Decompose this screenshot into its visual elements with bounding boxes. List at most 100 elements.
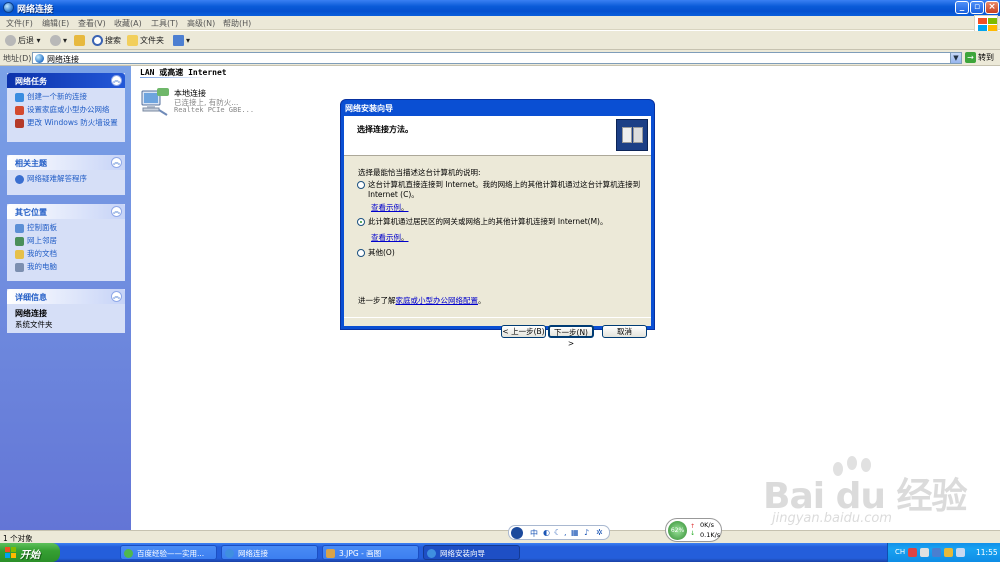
panel-header[interactable]: 网络任务 ︽ bbox=[7, 73, 125, 88]
views-button[interactable]: ▾ bbox=[173, 34, 190, 47]
learn-prefix: 进一步了解 bbox=[358, 296, 396, 305]
task-label: 控制面板 bbox=[27, 223, 57, 232]
dialog-title: 网络安装向导 bbox=[345, 104, 393, 113]
learn-more-link[interactable]: 家庭或小型办公网络配置 bbox=[396, 296, 479, 305]
comma-icon[interactable]: , bbox=[564, 528, 567, 537]
task-pane: 网络任务 ︽ 创建一个新的连接 设置家庭或小型办公网络 更改 Windows 防… bbox=[0, 66, 131, 530]
my-documents-icon bbox=[15, 250, 24, 259]
option-other-radio[interactable] bbox=[357, 249, 365, 257]
menu-tools[interactable]: 工具(T) bbox=[151, 18, 178, 29]
taskbar-item-browser[interactable]: 百度经验——实用... bbox=[120, 545, 217, 560]
task-label: 更改 Windows 防火墙设置 bbox=[27, 118, 118, 127]
panel-header[interactable]: 其它位置 ︽ bbox=[7, 204, 125, 219]
back-arrow-icon bbox=[5, 35, 16, 46]
panel-title: 详细信息 bbox=[15, 293, 47, 302]
next-step-button[interactable]: 下一步(N) > bbox=[548, 325, 594, 348]
place-my-documents[interactable]: 我的文档 bbox=[15, 249, 119, 259]
folders-button[interactable]: 文件夹 bbox=[127, 34, 164, 47]
windows-flag-icon bbox=[5, 547, 16, 558]
tray-language[interactable]: CH bbox=[895, 548, 905, 556]
forward-button[interactable]: ▾ bbox=[50, 34, 67, 47]
menu-file[interactable]: 文件(F) bbox=[6, 18, 33, 29]
settings-gear-icon[interactable]: ✲ bbox=[596, 528, 603, 537]
go-button[interactable]: → 转到 bbox=[965, 52, 994, 63]
task-create-connection[interactable]: 创建一个新的连接 bbox=[15, 92, 119, 102]
minimize-button[interactable]: _ bbox=[955, 1, 969, 14]
group-divider bbox=[140, 77, 210, 78]
forward-arrow-icon bbox=[50, 35, 61, 46]
option-gateway-radio[interactable] bbox=[357, 218, 365, 226]
up-folder-button[interactable] bbox=[74, 34, 87, 47]
task-label: 网络疑难解答程序 bbox=[27, 174, 87, 183]
back-step-button[interactable]: < 上一步(B) bbox=[501, 325, 546, 338]
punctuation-icon[interactable]: ◐ bbox=[543, 528, 550, 537]
task-troubleshooter[interactable]: 网络疑难解答程序 bbox=[15, 174, 119, 184]
task-label: 创建一个新的连接 bbox=[27, 92, 87, 101]
upload-speed: 0K/s bbox=[700, 521, 714, 529]
network-setup-wizard-dialog: 网络安装向导 选择连接方法。 选择最能恰当描述这台计算机的说明: 这台计算机直接… bbox=[340, 99, 655, 348]
place-network-neighborhood[interactable]: 网上邻居 bbox=[15, 236, 119, 246]
menu-view[interactable]: 查看(V) bbox=[78, 18, 106, 29]
panel-title: 网络任务 bbox=[15, 77, 47, 86]
ime-mode-indicator[interactable]: 中 bbox=[530, 528, 538, 539]
menu-help[interactable]: 帮助(H) bbox=[223, 18, 251, 29]
keyboard-icon[interactable]: ▦ bbox=[571, 528, 579, 537]
view-example-link-1[interactable]: 查看示例。 bbox=[371, 202, 409, 213]
close-button[interactable]: × bbox=[985, 1, 999, 14]
network-speed-meter[interactable]: 62% ↑ ↓ 0K/s 0.1K/s bbox=[665, 518, 722, 542]
window-title: 网络连接 bbox=[17, 5, 54, 15]
my-computer-icon bbox=[15, 263, 24, 272]
place-my-computer[interactable]: 我的电脑 bbox=[15, 262, 119, 272]
menu-edit[interactable]: 编辑(E) bbox=[42, 18, 69, 29]
network-connections-icon bbox=[225, 549, 234, 558]
address-input[interactable]: 网络连接 ▼ bbox=[32, 52, 962, 64]
microphone-icon[interactable]: ♪ bbox=[584, 528, 589, 537]
maximize-button[interactable]: ▫ bbox=[970, 1, 984, 14]
window-title-bar[interactable]: 网络连接 _ ▫ × bbox=[0, 0, 1000, 16]
tray-volume-icon[interactable] bbox=[956, 548, 965, 557]
new-connection-icon bbox=[15, 93, 24, 102]
back-button[interactable]: 后退 ▾ bbox=[5, 34, 41, 47]
start-button[interactable]: 开始 bbox=[0, 543, 60, 562]
search-button[interactable]: 搜索 bbox=[92, 34, 121, 47]
address-dropdown-icon[interactable]: ▼ bbox=[950, 53, 961, 63]
task-firewall-settings[interactable]: 更改 Windows 防火墙设置 bbox=[15, 118, 119, 128]
toolbar: 后退 ▾ ▾ 搜索 文件夹 ▾ bbox=[0, 31, 1000, 50]
view-example-link-2[interactable]: 查看示例。 bbox=[371, 232, 409, 243]
collapse-chevron-icon[interactable]: ︽ bbox=[111, 206, 122, 217]
taskbar-item-paint[interactable]: 3.JPG - 画图 bbox=[322, 545, 419, 560]
tray-app-icon[interactable] bbox=[920, 548, 929, 557]
browser-icon bbox=[124, 549, 133, 558]
dialog-header-title: 选择连接方法。 bbox=[357, 125, 413, 134]
tray-shield-icon[interactable] bbox=[944, 548, 953, 557]
dialog-prompt: 选择最能恰当描述这台计算机的说明: bbox=[358, 168, 481, 177]
panel-header[interactable]: 详细信息 ︽ bbox=[7, 289, 125, 304]
collapse-chevron-icon[interactable]: ︽ bbox=[111, 291, 122, 302]
address-value: 网络连接 bbox=[47, 55, 79, 64]
option-direct-connection[interactable]: 这台计算机直接连接到 Internet。我的网络上的其他计算机通过这台计算机连接… bbox=[357, 180, 640, 200]
option-other[interactable]: 其他(O) bbox=[357, 248, 395, 258]
network-places-icon bbox=[15, 237, 24, 246]
ime-language-bar[interactable]: 中 ◐ ☾ , ▦ ♪ ✲ bbox=[508, 525, 610, 540]
collapse-chevron-icon[interactable]: ︽ bbox=[111, 157, 122, 168]
details-panel: 详细信息 ︽ 网络连接 系统文件夹 bbox=[7, 289, 125, 333]
local-area-connection[interactable]: 本地连接 已连接上, 有防火... Realtek PCIe GBE... bbox=[139, 87, 259, 123]
info-icon bbox=[15, 175, 24, 184]
menu-favorites[interactable]: 收藏(A) bbox=[114, 18, 142, 29]
option-gateway-connection[interactable]: 此计算机通过居民区的网关或网络上的其他计算机连接到 Internet(M)。 bbox=[357, 217, 608, 227]
option-direct-radio[interactable] bbox=[357, 181, 365, 189]
taskbar-item-network-connections[interactable]: 网络连接 bbox=[221, 545, 318, 560]
menu-advanced[interactable]: 高级(N) bbox=[187, 18, 215, 29]
cancel-button[interactable]: 取消 bbox=[602, 325, 647, 338]
collapse-chevron-icon[interactable]: ︽ bbox=[111, 75, 122, 86]
search-icon bbox=[92, 35, 103, 46]
tray-network-icon[interactable] bbox=[932, 548, 941, 557]
moon-icon[interactable]: ☾ bbox=[554, 528, 561, 537]
taskbar-item-label: 3.JPG - 画图 bbox=[339, 549, 382, 558]
place-control-panel[interactable]: 控制面板 bbox=[15, 223, 119, 233]
clock[interactable]: 11:55 bbox=[976, 548, 998, 557]
taskbar-item-setup-wizard[interactable]: 网络安装向导 bbox=[423, 545, 520, 560]
task-home-network[interactable]: 设置家庭或小型办公网络 bbox=[15, 105, 119, 115]
panel-header[interactable]: 相关主题 ︽ bbox=[7, 155, 125, 170]
tray-help-icon[interactable] bbox=[908, 548, 917, 557]
